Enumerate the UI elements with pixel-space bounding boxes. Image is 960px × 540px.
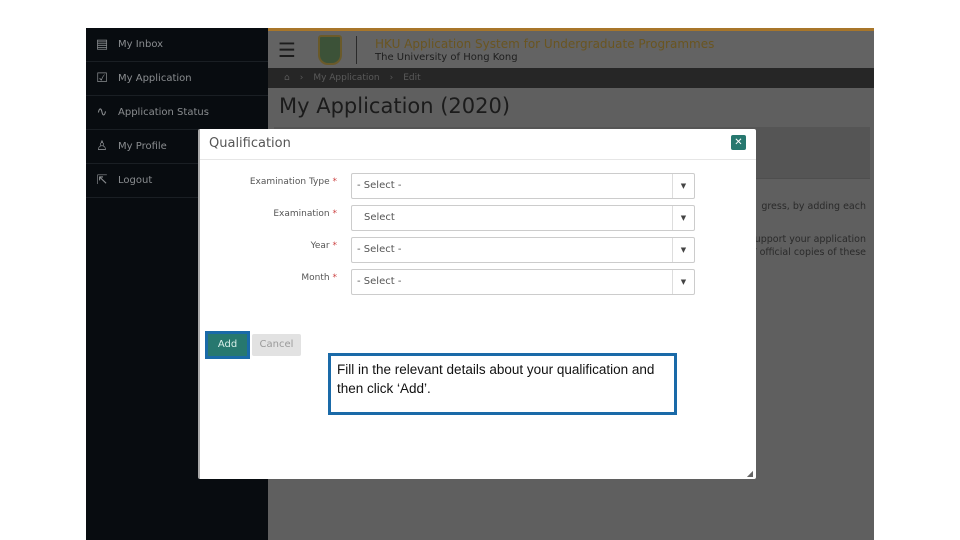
- field-label: Examination Type *: [249, 177, 337, 187]
- sidebar-item-label: Logout: [118, 175, 153, 186]
- sidebar-item-label: Application Status: [118, 107, 209, 118]
- home-icon[interactable]: ⌂: [284, 73, 290, 83]
- month-select[interactable]: - Select - ▼: [351, 269, 695, 295]
- breadcrumb: ⌂ › My Application › Edit: [268, 68, 874, 88]
- divider: [356, 35, 357, 64]
- field-label: Year *: [310, 241, 337, 251]
- close-icon[interactable]: ✕: [731, 135, 746, 150]
- field-label: Month *: [301, 273, 337, 283]
- header: ☰ HKU Application System for Undergradua…: [268, 31, 874, 68]
- modal-title: Qualification: [200, 129, 756, 160]
- hamburger-menu-icon[interactable]: ☰: [278, 38, 308, 62]
- inbox-icon: ▤: [95, 37, 109, 52]
- instruction-callout: Fill in the relevant details about your …: [328, 353, 677, 415]
- sidebar-item-label: My Application: [118, 73, 192, 84]
- examination-select[interactable]: Select ▼: [351, 205, 695, 231]
- cancel-button[interactable]: Cancel: [252, 334, 301, 356]
- breadcrumb-my-application[interactable]: My Application: [313, 73, 379, 83]
- chevron-right-icon: ›: [389, 73, 394, 83]
- field-label: Examination *: [273, 209, 337, 219]
- app-title: HKU Application System for Undergraduate…: [375, 36, 715, 51]
- examination-type-row: Examination Type * - Select - ▼: [200, 173, 758, 200]
- examination-type-select[interactable]: - Select - ▼: [351, 173, 695, 199]
- pulse-icon: ∿: [96, 105, 108, 120]
- hku-logo: [318, 34, 342, 65]
- page-text: gress, by adding each: [761, 201, 866, 212]
- year-select[interactable]: - Select - ▼: [351, 237, 695, 263]
- page-text: / official copies of these: [753, 247, 866, 258]
- chevron-down-icon: ▼: [672, 238, 694, 262]
- checkbox-icon: ☑: [96, 71, 108, 86]
- chevron-down-icon: ▼: [672, 270, 694, 294]
- chevron-down-icon: ▼: [672, 174, 694, 198]
- breadcrumb-edit: Edit: [403, 73, 421, 83]
- resize-handle-icon[interactable]: ◢: [747, 469, 753, 478]
- app-subtitle: The University of Hong Kong: [375, 51, 518, 63]
- page-title: My Application (2020): [279, 94, 511, 118]
- examination-row: Examination * Select ▼: [200, 205, 758, 232]
- add-button[interactable]: Add: [205, 331, 250, 359]
- chevron-right-icon: ›: [299, 73, 304, 83]
- sidebar-item-inbox[interactable]: ▤ My Inbox: [86, 28, 268, 62]
- month-row: Month * - Select - ▼: [200, 269, 758, 296]
- sidebar-item-application-status[interactable]: ∿ Application Status: [86, 96, 268, 130]
- sidebar-item-label: My Profile: [118, 141, 167, 152]
- year-row: Year * - Select - ▼: [200, 237, 758, 264]
- logout-icon: ⇱: [96, 173, 108, 188]
- chevron-down-icon: ▼: [672, 206, 694, 230]
- sidebar-item-my-application[interactable]: ☑ My Application: [86, 62, 268, 96]
- user-icon: ♙: [96, 139, 108, 154]
- sidebar-item-label: My Inbox: [118, 39, 164, 50]
- qualification-modal: Qualification ✕ Examination Type * - Sel…: [198, 129, 756, 479]
- page-text: upport your application: [754, 234, 866, 245]
